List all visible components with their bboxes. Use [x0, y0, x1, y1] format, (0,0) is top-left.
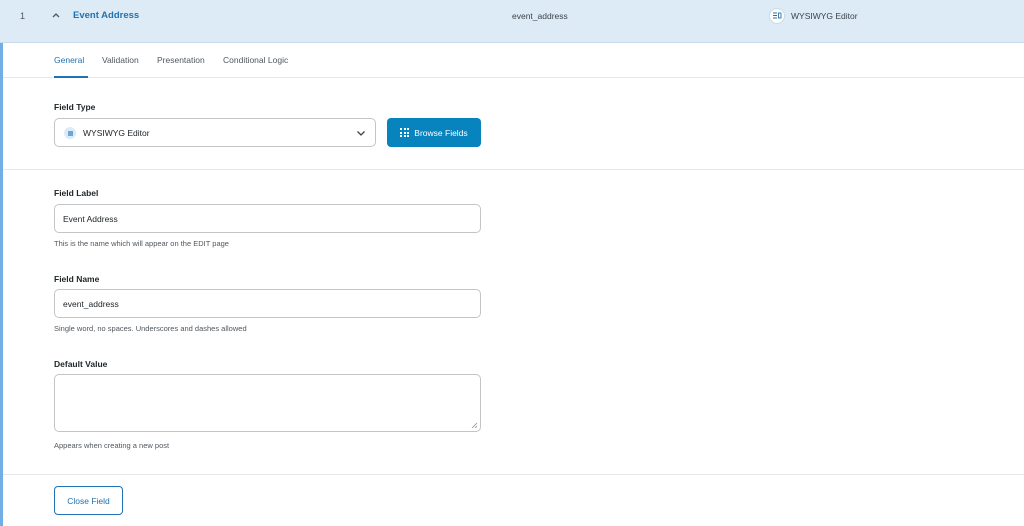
field-type-label: Field Type [54, 102, 96, 112]
field-label-input[interactable]: Event Address [54, 204, 481, 233]
grid-icon [400, 128, 410, 137]
chevron-up-icon[interactable] [50, 9, 62, 21]
tab-validation[interactable]: Validation [102, 55, 139, 65]
tab-general[interactable]: General [54, 55, 84, 65]
field-header-label[interactable]: Event Address [73, 10, 139, 21]
field-type-value: WYSIWYG Editor [83, 128, 150, 138]
field-name-description: Single word, no spaces. Underscores and … [54, 324, 247, 333]
wysiwyg-icon [64, 127, 76, 139]
field-name-input[interactable]: event_address [54, 289, 481, 318]
tab-presentation[interactable]: Presentation [157, 55, 205, 65]
browse-fields-button[interactable]: Browse Fields [387, 118, 481, 147]
wysiwyg-icon [769, 8, 785, 24]
chevron-down-icon [357, 131, 365, 136]
field-footer [3, 474, 1024, 526]
field-label-label: Field Label [54, 188, 99, 198]
field-order: 1 [20, 11, 26, 21]
active-tab-indicator [54, 76, 88, 78]
default-value-label: Default Value [54, 359, 108, 369]
default-value-description: Appears when creating a new post [54, 441, 170, 450]
tab-conditional-logic[interactable]: Conditional Logic [223, 55, 288, 65]
field-label-description: This is the name which will appear on th… [54, 239, 229, 248]
field-name-label: Field Name [54, 274, 100, 284]
field-header-row[interactable]: 1 Event Address event_address WYSIWYG Ed… [0, 0, 1024, 43]
field-editor-panel: 1 Event Address event_address WYSIWYG Ed… [0, 0, 1024, 526]
field-header-name: event_address [512, 11, 568, 21]
field-settings-tabs: General Validation Presentation Conditio… [3, 43, 1024, 78]
default-value-textarea[interactable] [54, 374, 481, 432]
field-type-select[interactable]: WYSIWYG Editor [54, 118, 376, 147]
browse-fields-label: Browse Fields [414, 127, 468, 138]
section-divider [3, 169, 1024, 170]
field-header-type: WYSIWYG Editor [791, 11, 858, 21]
active-field-accent-bar [0, 43, 3, 526]
resize-handle-icon[interactable] [471, 422, 478, 429]
close-field-button[interactable]: Close Field [54, 486, 123, 515]
